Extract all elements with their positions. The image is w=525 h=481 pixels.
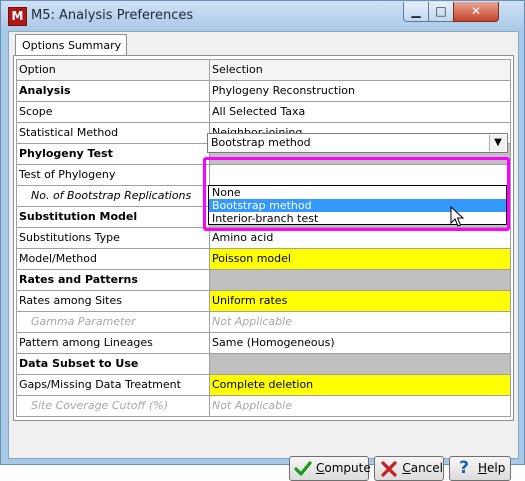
question-mark-icon: ? [459, 458, 469, 478]
table-row[interactable]: Rates among Sites Uniform rates [17, 291, 511, 312]
table-row[interactable]: Analysis Phylogeny Reconstruction [17, 81, 511, 102]
cancel-label: ancel [410, 461, 443, 475]
selection-value[interactable]: Complete deletion [210, 375, 511, 396]
help-button[interactable]: ? Help [449, 456, 511, 481]
window-title: M5: Analysis Preferences [31, 8, 194, 23]
option-label: Analysis [17, 81, 210, 102]
maximize-button[interactable]: □ [428, 2, 454, 22]
option-label: Substitutions Type [17, 228, 210, 249]
selection-value[interactable]: Bootstrap method [210, 165, 511, 186]
table-row[interactable]: Site Coverage Cutoff (%) Not Applicable [17, 396, 511, 417]
help-accel: H [478, 461, 488, 475]
option-label: Data Subset to Use [17, 354, 210, 375]
option-label: Substitution Model [17, 207, 210, 228]
mouse-cursor-icon [450, 205, 465, 231]
option-label: Model/Method [17, 249, 210, 270]
dialog-body: Options Summary Option Selection Analysi… [8, 31, 519, 481]
table-row[interactable]: Substitutions Type Amino acid [17, 228, 511, 249]
compute-button[interactable]: Compute [289, 456, 371, 481]
option-label: No. of Bootstrap Replications [17, 186, 210, 207]
help-label: elp [487, 461, 506, 475]
selection-value: Not Applicable [210, 396, 511, 417]
option-label: Gamma Parameter [17, 312, 210, 333]
cancel-x-icon [379, 459, 398, 479]
checkmark-icon [294, 459, 312, 479]
option-none[interactable]: None [209, 186, 506, 199]
title-bar[interactable]: M M5: Analysis Preferences ▁ □ ✕ [1, 1, 524, 31]
table-row[interactable]: Test of PhylogenyBootstrap method [17, 165, 511, 186]
selection-value[interactable]: Amino acid [210, 228, 511, 249]
option-label: Phylogeny Test [17, 144, 210, 165]
table-row[interactable]: Data Subset to Use [17, 354, 511, 375]
cancel-button[interactable]: Cancel [374, 456, 444, 481]
selection-value[interactable]: Uniform rates [210, 291, 511, 312]
table-row[interactable]: Gaps/Missing Data Treatment Complete dele… [17, 375, 511, 396]
options-panel: Option Selection Analysis Phylogeny Recon… [13, 55, 514, 421]
header-selection: Selection [210, 60, 511, 81]
minimize-button[interactable]: ▁ [403, 2, 429, 22]
tab-options-summary[interactable]: Options Summary [15, 34, 127, 55]
cancel-accel: C [402, 461, 411, 475]
option-label: Gaps/Missing Data Treatment [17, 375, 210, 396]
close-button[interactable]: ✕ [453, 2, 499, 22]
option-label: Rates among Sites [17, 291, 210, 312]
mega-app-icon: M [8, 7, 27, 26]
table-row[interactable]: Model/Method Poisson model [17, 249, 511, 270]
selection-value[interactable]: Phylogeny Reconstruction [210, 81, 511, 102]
table-row[interactable]: Gamma Parameter Not Applicable [17, 312, 511, 333]
options-grid: Option Selection Analysis Phylogeny Recon… [16, 59, 511, 417]
option-label: Statistical Method [17, 123, 210, 144]
selection-value[interactable]: Poisson model [210, 249, 511, 270]
option-label: Test of Phylogeny [17, 165, 210, 186]
option-label: Scope [17, 102, 210, 123]
selection-value [210, 270, 511, 291]
selection-value[interactable]: All Selected Taxa [210, 102, 511, 123]
header-option: Option [17, 60, 210, 81]
option-label: Site Coverage Cutoff (%) [17, 396, 210, 417]
option-label: Pattern among Lineages [17, 333, 210, 354]
grid-header-row: Option Selection [17, 60, 511, 81]
combobox-value: Bootstrap method [211, 136, 311, 149]
table-row[interactable]: Pattern among Lineages Same (Homogeneous) [17, 333, 511, 354]
compute-label: ompute [324, 461, 371, 475]
selection-value: Not Applicable [210, 312, 511, 333]
analysis-preferences-window: M M5: Analysis Preferences ▁ □ ✕ Options… [0, 0, 525, 481]
table-row[interactable]: Scope All Selected Taxa [17, 102, 511, 123]
selection-value [210, 354, 511, 375]
selection-value[interactable]: Same (Homogeneous) [210, 333, 511, 354]
test-of-phylogeny-combobox[interactable]: Bootstrap method ▼ [207, 133, 508, 153]
option-label: Rates and Patterns [17, 270, 210, 291]
dropdown-arrow-icon[interactable]: ▼ [489, 135, 506, 151]
table-row[interactable]: Rates and Patterns [17, 270, 511, 291]
